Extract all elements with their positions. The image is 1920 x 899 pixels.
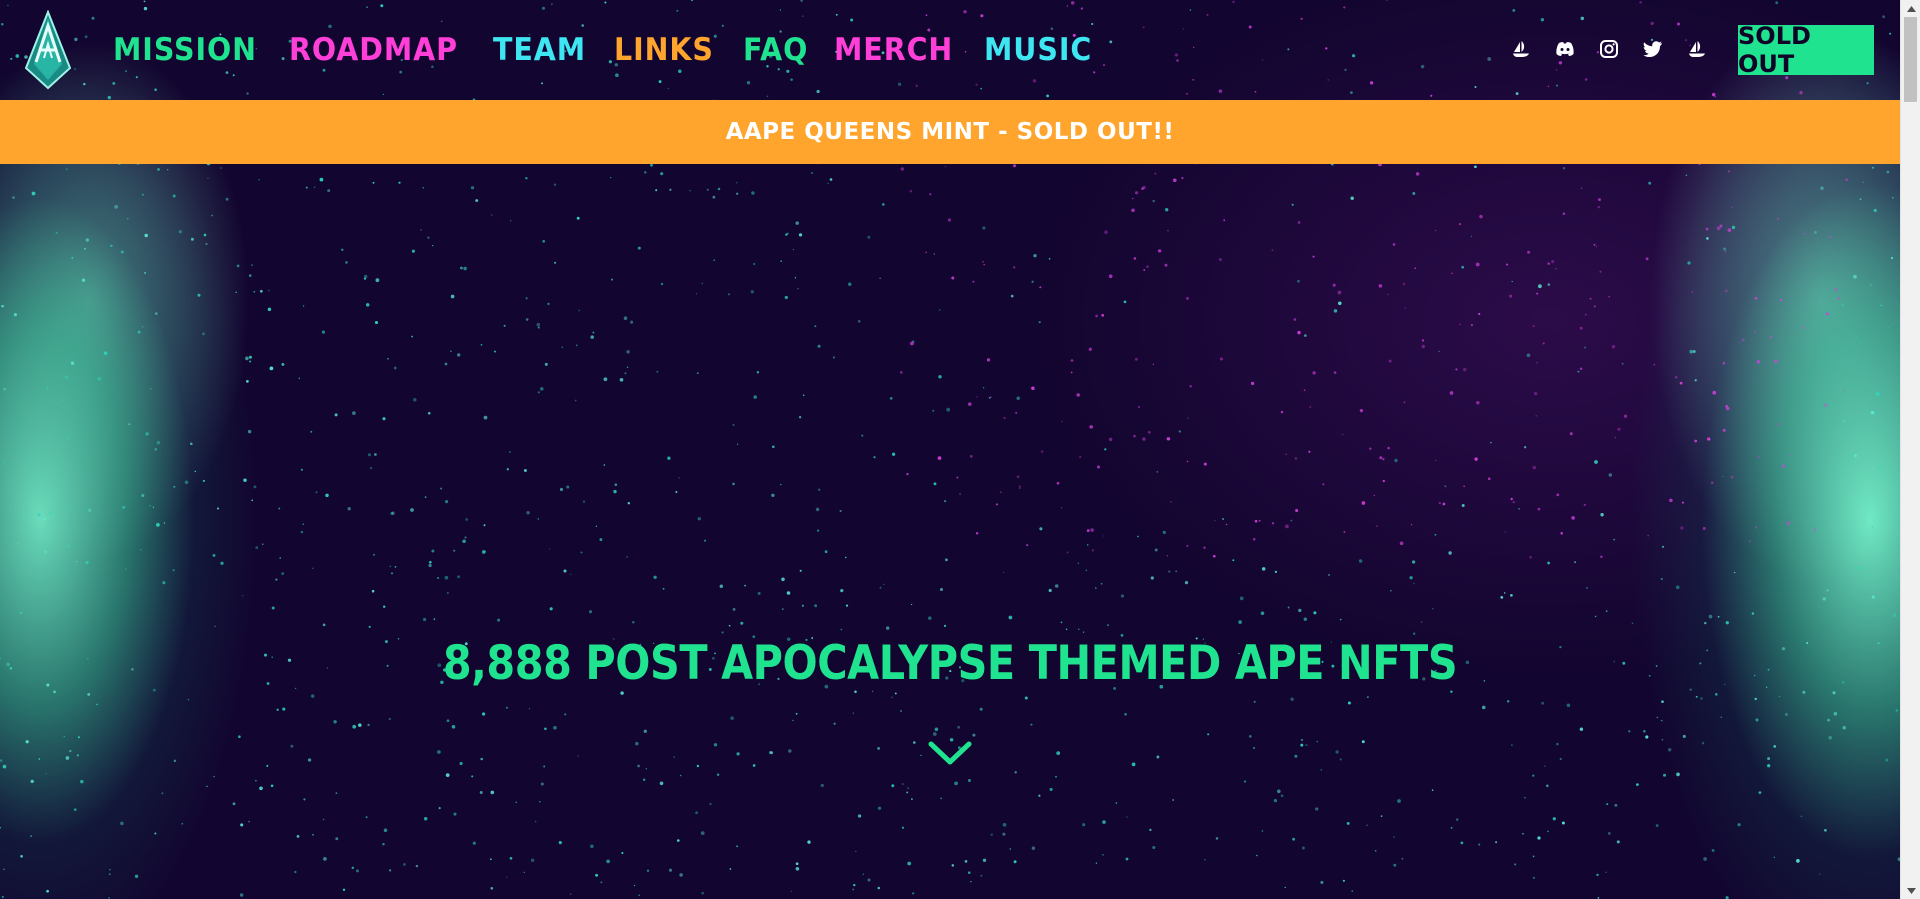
scroll-down-arrow-icon[interactable]: [1901, 882, 1920, 899]
instagram-icon[interactable]: [1598, 38, 1620, 60]
scroll-thumb[interactable]: [1904, 17, 1917, 102]
opensea-icon[interactable]: [1510, 38, 1532, 60]
discord-icon[interactable]: [1554, 38, 1576, 60]
chevron-down-icon[interactable]: [926, 738, 974, 768]
aa-crystal-logo-icon: [24, 9, 72, 90]
nav-merch[interactable]: MERCH: [834, 30, 953, 70]
logo[interactable]: [18, 9, 78, 90]
scroll-up-arrow-icon[interactable]: [1901, 0, 1920, 17]
social-links: [1510, 38, 1708, 60]
hero-title: 8,888 POST APOCALYPSE THEMED APE NFTS: [442, 636, 1458, 691]
main-nav: MISSION ROADMAP TEAM LINKS FAQ MERCH MUS…: [113, 30, 1095, 70]
banner-text: AAPE QUEENS MINT - SOLD OUT!!: [725, 119, 1175, 145]
sold-out-button[interactable]: SOLD OUT: [1738, 22, 1874, 78]
nav-links[interactable]: LINKS: [614, 30, 714, 70]
nav-mission[interactable]: MISSION: [113, 30, 257, 70]
twitter-icon[interactable]: [1642, 38, 1664, 60]
nav-faq[interactable]: FAQ: [743, 30, 808, 70]
nav-music[interactable]: MUSIC: [984, 30, 1092, 70]
announcement-banner: AAPE QUEENS MINT - SOLD OUT!!: [0, 100, 1900, 164]
page-scrollbar[interactable]: [1900, 0, 1920, 899]
nav-roadmap[interactable]: ROADMAP: [289, 30, 458, 70]
site-header: MISSION ROADMAP TEAM LINKS FAQ MERCH MUS…: [0, 0, 1900, 100]
opensea-icon[interactable]: [1686, 38, 1708, 60]
page: MISSION ROADMAP TEAM LINKS FAQ MERCH MUS…: [0, 0, 1920, 899]
nav-team[interactable]: TEAM: [493, 30, 586, 70]
